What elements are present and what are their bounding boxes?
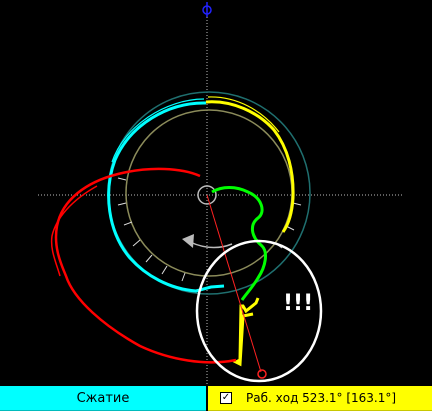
stroke-status-label: Раб. ход 523.1° [163.1°] <box>246 391 397 405</box>
scale-tick-marks <box>117 177 302 282</box>
stroke-status-button[interactable]: ✓ Раб. ход 523.1° [163.1°] <box>208 386 432 411</box>
phase-status-label: Сжатие <box>76 390 130 406</box>
crank-end-marker-icon <box>257 369 267 379</box>
exhaust-trace <box>54 167 237 364</box>
polar-diagram: !!! <box>38 2 402 384</box>
polar-diagram-viewport[interactable]: !!! <box>0 0 432 386</box>
anomaly-exclamation-label: !!! <box>283 291 313 316</box>
top-dead-center-marker-icon <box>202 2 212 17</box>
phase-status-button[interactable]: Сжатие <box>0 386 206 411</box>
compression-trace-edge <box>111 98 205 163</box>
stroke-checkbox[interactable]: ✓ <box>220 392 232 404</box>
power-stroke-anomaly-trace <box>232 297 260 367</box>
outer-reference-circle <box>107 91 311 295</box>
exhaust-trace-edge <box>50 185 98 277</box>
inner-reference-circle <box>125 109 293 277</box>
